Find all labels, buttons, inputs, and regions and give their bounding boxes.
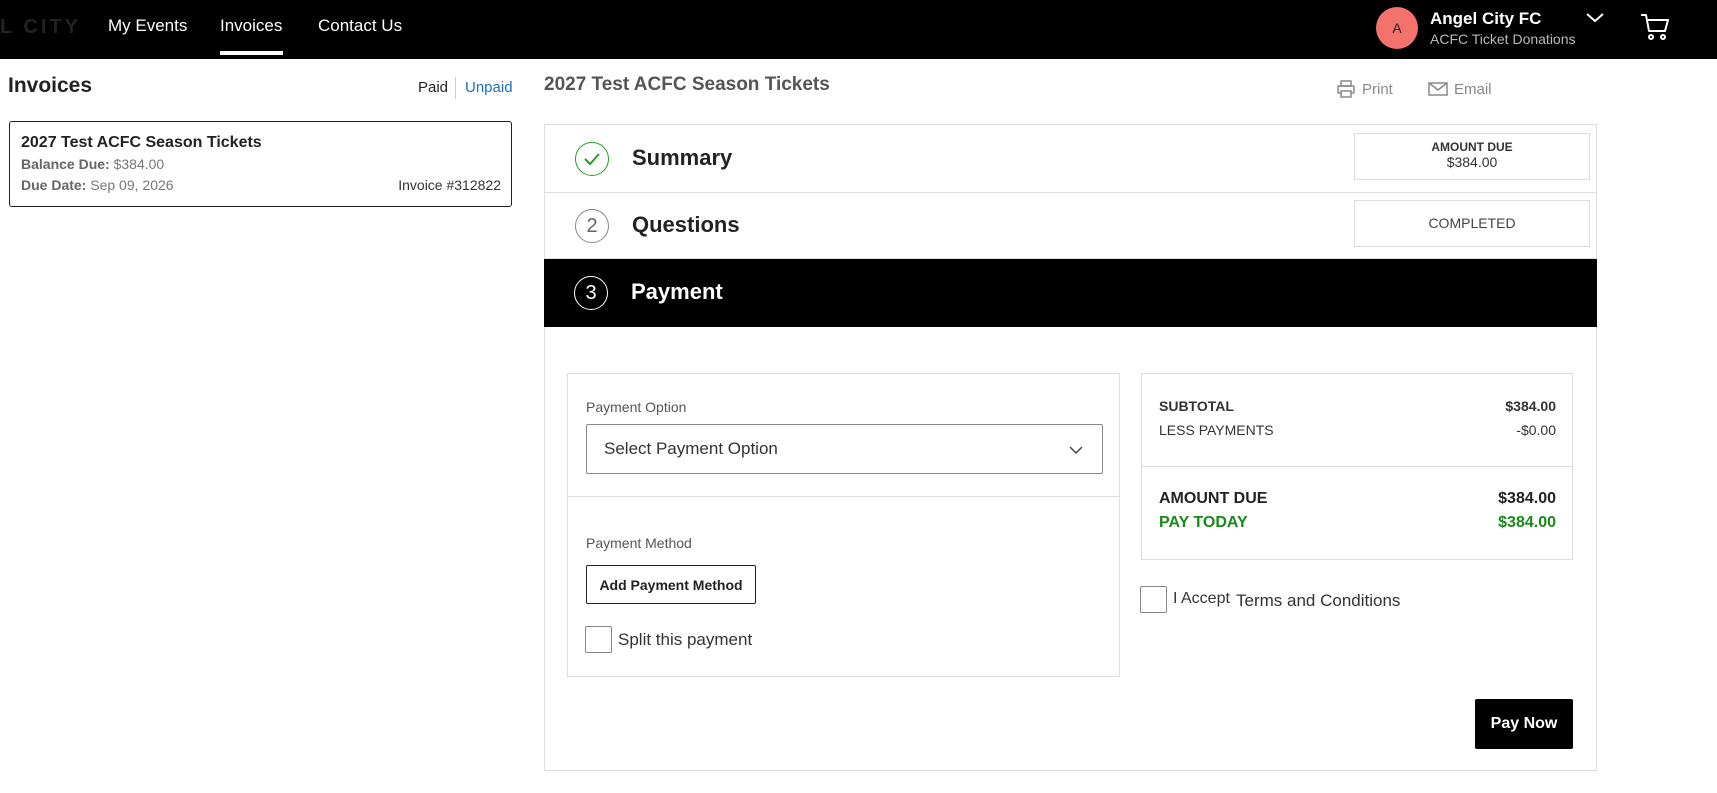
filter-divider	[455, 77, 456, 99]
less-payments-value: -$0.00	[1516, 422, 1556, 438]
step-payment[interactable]: 3 Payment	[544, 259, 1597, 327]
balance-value: $384.00	[113, 156, 165, 172]
pay-now-button[interactable]: Pay Now	[1475, 699, 1573, 749]
due-date-value: Sep 09, 2026	[90, 177, 174, 193]
less-payments-row: LESS PAYMENTS -$0.00	[1159, 422, 1556, 438]
payment-option-value: Select Payment Option	[604, 439, 778, 458]
accept-label: I Accept	[1173, 590, 1230, 607]
invoice-balance: Balance Due: $384.00	[21, 156, 164, 172]
nav-active-indicator	[220, 51, 283, 55]
invoice-title: 2027 Test ACFC Season Tickets	[21, 134, 262, 151]
step-payment-label: Payment	[631, 279, 723, 304]
page-title: 2027 Test ACFC Season Tickets	[544, 74, 830, 95]
summary-divider	[1142, 466, 1572, 467]
invoice-number: Invoice #312822	[398, 177, 501, 193]
pay-today-label: PAY TODAY	[1159, 514, 1248, 531]
add-payment-method-button[interactable]: Add Payment Method	[586, 565, 756, 604]
invoice-card[interactable]: 2027 Test ACFC Season Tickets Balance Du…	[9, 121, 512, 207]
panel-divider	[568, 496, 1119, 497]
amount-due-value: $384.00	[1498, 490, 1556, 507]
pay-today-value: $384.00	[1498, 514, 1556, 531]
avatar[interactable]: A	[1376, 7, 1418, 49]
step-questions[interactable]: 2 Questions COMPLETED	[544, 192, 1597, 259]
printer-icon	[1337, 80, 1355, 98]
print-label: Print	[1362, 80, 1393, 98]
sidebar-title: Invoices	[8, 74, 93, 97]
email-button[interactable]: Email	[1428, 79, 1492, 99]
subtotal-value: $384.00	[1505, 398, 1556, 414]
amount-due-box-title: AMOUNT DUE	[1431, 140, 1513, 154]
balance-label: Balance Due:	[21, 156, 110, 172]
terms-and-conditions-link[interactable]: Terms and Conditions	[1236, 591, 1400, 611]
step-number-3: 3	[574, 276, 608, 310]
pay-today-row: PAY TODAY $384.00	[1159, 514, 1556, 532]
step-number-2: 2	[575, 209, 609, 243]
split-payment-label: Split this payment	[618, 630, 753, 649]
nav-contact-us[interactable]: Contact Us	[318, 16, 402, 36]
chevron-down-icon[interactable]	[1584, 9, 1606, 27]
payment-option-label: Payment Option	[586, 399, 687, 415]
step-questions-label: Questions	[632, 212, 740, 237]
filter-paid[interactable]: Paid	[418, 79, 448, 96]
less-payments-label: LESS PAYMENTS	[1159, 422, 1274, 438]
chevron-down-icon	[1069, 446, 1083, 455]
invoice-due-date: Due Date: Sep 09, 2026	[21, 177, 174, 193]
step-summary-label: Summary	[632, 145, 733, 170]
payment-option-select[interactable]: Select Payment Option	[586, 424, 1103, 474]
checkmark-icon	[575, 142, 609, 176]
filter-unpaid[interactable]: Unpaid	[465, 79, 513, 96]
email-label: Email	[1454, 80, 1492, 98]
envelope-icon	[1428, 82, 1448, 96]
payment-method-label: Payment Method	[586, 535, 692, 551]
cart-icon[interactable]	[1640, 12, 1670, 42]
due-date-label: Due Date:	[21, 177, 87, 193]
amount-due-label: AMOUNT DUE	[1159, 490, 1268, 507]
accept-terms-checkbox[interactable]	[1140, 586, 1167, 613]
nav-my-events[interactable]: My Events	[108, 16, 187, 36]
nav-invoices[interactable]: Invoices	[220, 16, 282, 36]
print-button[interactable]: Print	[1336, 79, 1393, 99]
subtotal-label: SUBTOTAL	[1159, 398, 1234, 414]
step-summary[interactable]: Summary AMOUNT DUE $384.00	[544, 124, 1597, 192]
subtotal-row: SUBTOTAL $384.00	[1159, 398, 1556, 414]
top-nav: L CITY My Events Invoices Contact Us A A…	[0, 0, 1717, 59]
amount-due-box-value: $384.00	[1446, 154, 1498, 170]
amount-due-row: AMOUNT DUE $384.00	[1159, 490, 1556, 508]
payment-option-panel: Payment Option Select Payment Option Pay…	[567, 373, 1120, 677]
avatar-initial: A	[1392, 20, 1402, 36]
order-summary-panel: SUBTOTAL $384.00 LESS PAYMENTS -$0.00 AM…	[1141, 373, 1573, 560]
brand-logo[interactable]: L CITY	[0, 16, 81, 39]
split-payment-checkbox[interactable]	[585, 626, 612, 653]
account-subtitle: ACFC Ticket Donations	[1430, 31, 1576, 47]
amount-due-box: AMOUNT DUE $384.00	[1354, 133, 1590, 180]
account-name[interactable]: Angel City FC	[1430, 9, 1541, 29]
completed-status-box: COMPLETED	[1354, 200, 1590, 247]
